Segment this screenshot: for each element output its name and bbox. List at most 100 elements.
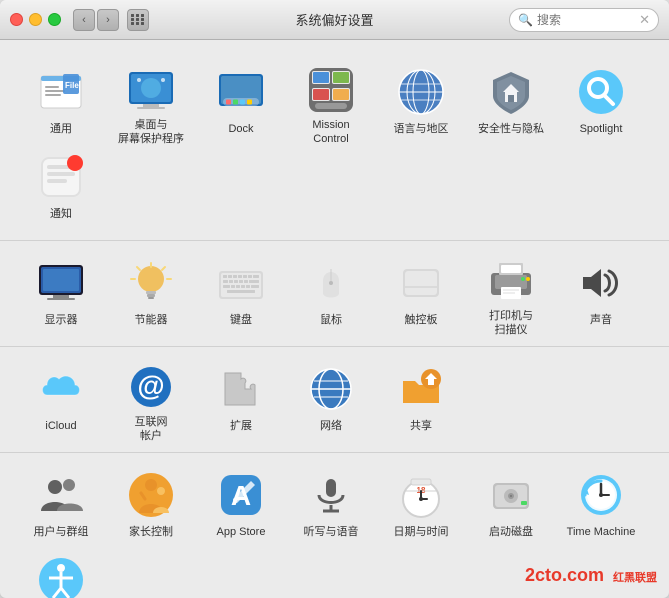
users-label: 用户与群组 <box>34 525 89 539</box>
maximize-button[interactable] <box>48 13 61 26</box>
search-input[interactable] <box>537 13 637 27</box>
internet-icon: @ <box>125 363 177 411</box>
timemachine-icon <box>575 469 627 521</box>
pref-accessibility[interactable]: 辅助功能 <box>16 546 106 598</box>
mouse-label: 鼠标 <box>320 313 342 327</box>
desktop-icon <box>125 66 177 114</box>
pref-extensions[interactable]: 扩展 <box>196 355 286 440</box>
general-label: 通用 <box>50 122 72 136</box>
appstore-label: App Store <box>217 525 266 539</box>
displays-label: 显示器 <box>45 313 78 327</box>
pref-notifications[interactable]: 通知 <box>16 143 106 228</box>
pref-appstore[interactable]: A App Store <box>196 461 286 546</box>
pref-internet[interactable]: @ 互联网帐户 <box>106 355 196 440</box>
pref-language[interactable]: 语言与地区 <box>376 58 466 143</box>
appstore-icon: A <box>215 469 267 521</box>
pref-dictation[interactable]: 听写与语音 <box>286 461 376 546</box>
users-icon <box>35 469 87 521</box>
printers-label: 打印机与扫描仪 <box>489 309 533 338</box>
language-label: 语言与地区 <box>394 122 449 136</box>
hardware-icons-grid: 显示器 <box>16 249 653 334</box>
pref-desktop[interactable]: 桌面与屏幕保护程序 <box>106 58 196 143</box>
pref-mouse[interactable]: 鼠标 <box>286 249 376 334</box>
displays-icon <box>35 257 87 309</box>
energy-icon <box>125 257 177 309</box>
icloud-label: iCloud <box>45 419 76 433</box>
traffic-lights <box>10 13 61 26</box>
printers-icon <box>485 257 537 305</box>
energy-label: 节能器 <box>135 313 168 327</box>
search-clear-icon[interactable]: ✕ <box>639 12 650 28</box>
pref-users[interactable]: 用户与群组 <box>16 461 106 546</box>
minimize-button[interactable] <box>29 13 42 26</box>
grid-view-button[interactable] <box>127 9 149 31</box>
section-hardware: 显示器 <box>0 240 669 346</box>
mouse-icon <box>305 257 357 309</box>
mission-label: MissionControl <box>312 118 349 147</box>
pref-mission[interactable]: MissionControl <box>286 58 376 143</box>
system-preferences-window: ‹ › 系统偏好设置 🔍 ✕ <box>0 0 669 598</box>
spotlight-label: Spotlight <box>580 122 623 136</box>
watermark: 2cto.com 红黑联盟 <box>525 565 657 586</box>
sharing-icon <box>395 363 447 415</box>
personal-icons-grid: File 通用 <box>16 58 653 228</box>
dock-icon <box>215 66 267 118</box>
pref-spotlight[interactable]: Spotlight <box>556 58 646 143</box>
language-icon <box>395 66 447 118</box>
section-personal: File 通用 <box>0 50 669 240</box>
notifications-icon <box>35 151 87 203</box>
security-label: 安全性与隐私 <box>478 122 544 136</box>
pref-timemachine[interactable]: Time Machine <box>556 461 646 546</box>
search-box[interactable]: 🔍 ✕ <box>509 8 659 32</box>
network-icon <box>305 363 357 415</box>
close-button[interactable] <box>10 13 23 26</box>
parental-icon <box>125 469 177 521</box>
pref-icloud[interactable]: iCloud <box>16 355 106 440</box>
accessibility-icon <box>35 554 87 598</box>
network-label: 网络 <box>320 419 342 433</box>
sound-label: 声音 <box>590 313 612 327</box>
mission-icon <box>305 66 357 114</box>
icloud-icon <box>35 363 87 415</box>
pref-keyboard[interactable]: 键盘 <box>196 249 286 334</box>
datetime-label: 日期与时间 <box>394 525 449 539</box>
pref-network[interactable]: 网络 <box>286 355 376 440</box>
pref-energy[interactable]: 节能器 <box>106 249 196 334</box>
trackpad-label: 触控板 <box>405 313 438 327</box>
pref-startup[interactable]: 启动磁盘 <box>466 461 556 546</box>
security-icon <box>485 66 537 118</box>
sharing-label: 共享 <box>410 419 432 433</box>
internet-icons-grid: iCloud @ 互联网帐户 <box>16 355 653 440</box>
trackpad-icon <box>395 257 447 309</box>
nav-buttons: ‹ › <box>73 9 119 31</box>
startup-label: 启动磁盘 <box>489 525 533 539</box>
extensions-icon <box>215 363 267 415</box>
dictation-label: 听写与语音 <box>304 525 359 539</box>
dock-label: Dock <box>228 122 253 136</box>
internet-label: 互联网帐户 <box>135 415 168 444</box>
startup-icon <box>485 469 537 521</box>
pref-general[interactable]: File 通用 <box>16 58 106 143</box>
titlebar: ‹ › 系统偏好设置 🔍 ✕ <box>0 0 669 40</box>
pref-printers[interactable]: 打印机与扫描仪 <box>466 249 556 334</box>
general-icon: File <box>35 66 87 118</box>
pref-sharing[interactable]: 共享 <box>376 355 466 440</box>
pref-sound[interactable]: 声音 <box>556 249 646 334</box>
pref-displays[interactable]: 显示器 <box>16 249 106 334</box>
svg-text:File: File <box>65 81 79 90</box>
search-icon: 🔍 <box>518 13 533 27</box>
desktop-label: 桌面与屏幕保护程序 <box>118 118 184 147</box>
dictation-icon <box>305 469 357 521</box>
section-internet: iCloud @ 互联网帐户 <box>0 346 669 452</box>
forward-button[interactable]: › <box>97 9 119 31</box>
pref-security[interactable]: 安全性与隐私 <box>466 58 556 143</box>
pref-parental[interactable]: 家长控制 <box>106 461 196 546</box>
parental-label: 家长控制 <box>129 525 173 539</box>
pref-datetime[interactable]: 18 日期与时间 <box>376 461 466 546</box>
back-button[interactable]: ‹ <box>73 9 95 31</box>
pref-dock[interactable]: Dock <box>196 58 286 143</box>
pref-trackpad[interactable]: 触控板 <box>376 249 466 334</box>
timemachine-label: Time Machine <box>567 525 636 539</box>
notifications-label: 通知 <box>50 207 72 221</box>
keyboard-label: 键盘 <box>230 313 252 327</box>
